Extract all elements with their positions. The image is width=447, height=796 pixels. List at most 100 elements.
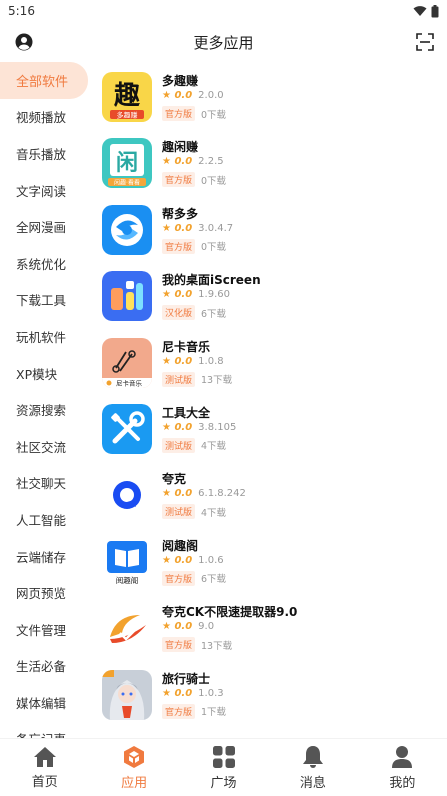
app-meta: ★ 0.0 3.8.105 <box>162 422 236 433</box>
sidebar-item-social[interactable]: 社交聊天 <box>0 465 92 502</box>
app-meta: ★ 0.0 1.9.60 <box>162 289 230 300</box>
app-icon-iscreen <box>102 271 152 322</box>
svg-text:多趣赚: 多趣赚 <box>117 111 138 120</box>
sidebar-item-comics[interactable]: 全网漫画 <box>0 208 92 245</box>
app-meta: ★ 0.0 6.1.8.242 <box>162 488 246 499</box>
sidebar-item-notes[interactable]: 备忘记事 <box>0 721 92 738</box>
sidebar-item-tweak[interactable]: 玩机软件 <box>0 318 92 355</box>
account-button[interactable] <box>12 30 36 54</box>
app-meta: ★ 0.0 2.0.0 <box>162 90 224 101</box>
sidebar-item-media[interactable]: 媒体编辑 <box>0 684 92 721</box>
app-badge: 测试版 <box>162 371 196 387</box>
svg-text:趣: 趣 <box>113 81 140 111</box>
app-sub: 官方版 0下载 <box>162 238 227 254</box>
app-name: 趣闲赚 <box>162 140 199 155</box>
app-row[interactable]: 我的桌面iScreen ★ 0.0 1.9.60 汉化版 6下载 <box>92 261 447 327</box>
app-sub: 测试版 4下载 <box>162 437 226 453</box>
app-version: 2.0.0 <box>198 90 224 101</box>
app-version: 6.1.8.242 <box>198 488 246 500</box>
app-icon-travel-knight <box>102 669 152 720</box>
app-downloads: 0下载 <box>201 109 227 121</box>
app-version: 3.8.105 <box>198 421 237 433</box>
app-meta: ★ 0.0 2.2.5 <box>162 156 224 167</box>
app-icon-quxianzhuan: 闲闲趣·看看 <box>102 138 152 189</box>
tab-profile-label: 我的 <box>389 775 416 791</box>
tab-messages[interactable]: 消息 <box>268 739 357 796</box>
sidebar-item-life[interactable]: 生活必备 <box>0 648 92 685</box>
app-version: 1.9.60 <box>198 289 230 301</box>
app-row[interactable]: 尼卡音乐 尼卡音乐 ★ 0.0 1.0.8 测试版 13下载 <box>92 328 447 394</box>
app-sub: 测试版 4下载 <box>162 504 227 520</box>
app-row[interactable]: 旅行骑士 ★ 0.0 1.0.3 官方版 1下载 <box>92 660 447 726</box>
app-badge: 官方版 <box>162 172 196 188</box>
sidebar-item-search[interactable]: 资源搜索 <box>0 391 92 428</box>
svg-text:阅趣阁: 阅趣阁 <box>116 575 139 585</box>
sidebar-item-music[interactable]: 音乐播放 <box>0 135 92 172</box>
app-downloads: 6下载 <box>201 574 227 586</box>
app-sub: 汉化版 6下载 <box>162 305 226 321</box>
grid-icon <box>212 745 235 768</box>
tab-home[interactable]: 首页 <box>0 739 89 796</box>
app-header: 更多应用 <box>0 22 447 62</box>
sidebar-item-web[interactable]: 网页预览 <box>0 574 92 611</box>
tab-square-label: 广场 <box>210 775 237 791</box>
app-badge: 官方版 <box>162 570 196 586</box>
status-icons <box>413 4 439 18</box>
app-downloads: 0下载 <box>201 242 227 254</box>
bottom-tabbar: 首页 应用 广场 消息 我的 <box>0 738 447 796</box>
app-downloads: 1下载 <box>201 707 227 719</box>
app-badge: 官方版 <box>162 238 196 254</box>
app-badge: 官方版 <box>162 637 196 653</box>
app-name: 夸克 <box>162 472 187 487</box>
sidebar-item-reading[interactable]: 文字阅读 <box>0 172 92 209</box>
app-meta: ★ 0.0 3.0.4.7 <box>162 223 233 234</box>
app-badge: 测试版 <box>162 504 196 520</box>
sidebar-item-cloud[interactable]: 云端储存 <box>0 538 92 575</box>
apps-box-icon <box>124 745 145 768</box>
app-row[interactable]: 趣多趣赚 多趣赚 ★ 0.0 2.0.0 官方版 0下载 <box>92 62 447 128</box>
page-title: 更多应用 <box>193 33 254 52</box>
sidebar-item-video[interactable]: 视频播放 <box>0 99 92 136</box>
sidebar-item-xp[interactable]: XP模块 <box>0 355 92 392</box>
sidebar-item-system[interactable]: 系统优化 <box>0 245 92 282</box>
tab-apps[interactable]: 应用 <box>89 739 178 796</box>
sidebar-item-files[interactable]: 文件管理 <box>0 611 92 648</box>
app-badge: 官方版 <box>162 703 196 719</box>
app-version: 1.0.3 <box>198 687 224 699</box>
app-sub: 测试版 13下载 <box>162 371 233 387</box>
app-meta: ★ 0.0 1.0.8 <box>162 356 224 367</box>
app-sub: 官方版 13下载 <box>162 637 232 653</box>
person-icon <box>392 745 413 768</box>
sidebar-item-all[interactable]: 全部软件 <box>0 62 88 99</box>
app-row[interactable]: 帮多多 ★ 0.0 3.0.4.7 官方版 0下载 <box>92 195 447 261</box>
app-name: 尼卡音乐 <box>162 339 211 354</box>
app-icon-duoquzhuan: 趣多趣赚 <box>102 72 152 122</box>
app-downloads: 4下载 <box>201 507 227 519</box>
app-row[interactable]: 夸克 ★ 0.0 6.1.8.242 测试版 4下载 <box>92 460 447 526</box>
sidebar-item-ai[interactable]: 人工智能 <box>0 501 92 538</box>
app-row[interactable]: 阅趣阁 阅趣阁 ★ 0.0 1.0.6 官方版 6下载 <box>92 527 447 593</box>
app-icon-quark <box>102 470 152 521</box>
app-name: 帮多多 <box>162 206 199 221</box>
app-icon-nika-music: 尼卡音乐 <box>102 337 152 388</box>
app-sub: 官方版 1下载 <box>162 703 227 719</box>
app-name: 我的桌面iScreen <box>162 273 261 288</box>
app-downloads: 13下载 <box>201 375 233 387</box>
tab-home-label: 首页 <box>31 774 58 790</box>
app-name: 工具大全 <box>162 405 211 420</box>
home-icon <box>33 746 56 767</box>
tab-square[interactable]: 广场 <box>179 739 268 796</box>
app-row[interactable]: 工具大全 ★ 0.0 3.8.105 测试版 4下载 <box>92 394 447 460</box>
scan-button[interactable] <box>413 30 437 54</box>
category-sidebar: 全部软件 视频播放 音乐播放 文字阅读 全网漫画 系统优化 下载工具 玩机软件 … <box>0 62 92 738</box>
app-version: 3.0.4.7 <box>198 222 234 234</box>
app-row[interactable]: 闲闲趣·看看 趣闲赚 ★ 0.0 2.2.5 官方版 0下载 <box>92 128 447 194</box>
tab-profile[interactable]: 我的 <box>358 739 447 796</box>
app-row[interactable]: 夸克CK不限速提取器9.0 ★ 0.0 9.0 官方版 13下载 <box>92 593 447 659</box>
wifi-icon <box>413 6 427 16</box>
app-list: 趣多趣赚 多趣赚 ★ 0.0 2.0.0 官方版 0下载 闲闲趣·看看 趣闲赚 ★ … <box>92 62 447 738</box>
sidebar-item-download[interactable]: 下载工具 <box>0 282 92 319</box>
sidebar-item-community[interactable]: 社区交流 <box>0 428 92 465</box>
app-meta: ★ 0.0 1.0.6 <box>162 555 224 566</box>
app-name: 旅行骑士 <box>162 671 211 686</box>
